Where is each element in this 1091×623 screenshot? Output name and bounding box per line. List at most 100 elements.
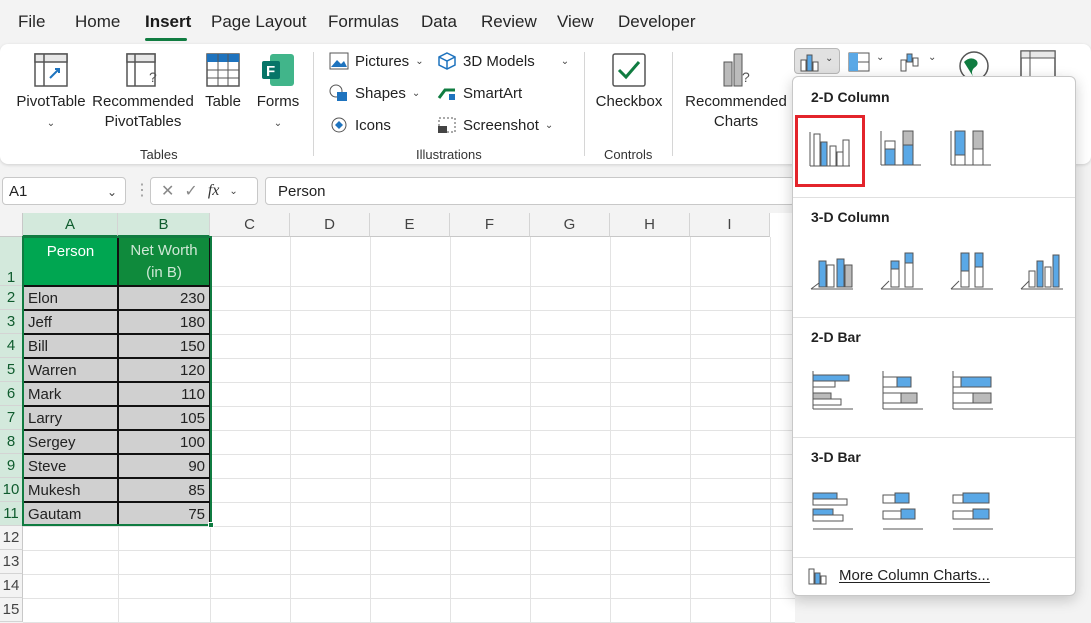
screenshot-button[interactable]: Screenshot ⌄ <box>437 116 553 134</box>
cell-networth[interactable]: 150 <box>118 334 210 358</box>
screenshot-icon <box>438 117 456 133</box>
column-chart-button[interactable]: ⌄ <box>794 48 840 74</box>
pictures-button[interactable]: Pictures ⌄ <box>329 52 424 70</box>
3d-stacked-column-option[interactable] <box>869 239 929 293</box>
column-header-b[interactable]: B <box>118 213 210 237</box>
row-header-6[interactable]: 6 <box>0 382 23 406</box>
cell-person[interactable]: Bill <box>23 334 118 358</box>
cell-person[interactable]: Jeff <box>23 310 118 334</box>
tab-developer[interactable]: Developer <box>618 12 696 32</box>
row-header-12[interactable]: 12 <box>0 526 23 550</box>
column-header-a[interactable]: A <box>23 213 118 237</box>
recommended-pivottables-button[interactable]: ? Recommended PivotTables <box>90 52 196 132</box>
row-header-10[interactable]: 10 <box>0 478 23 502</box>
cell-networth[interactable]: 100 <box>118 430 210 454</box>
100-stacked-column-option[interactable] <box>939 119 999 173</box>
forms-button[interactable]: F Forms ⌄ <box>254 52 302 134</box>
shapes-icon <box>329 84 347 101</box>
cell-networth[interactable]: 180 <box>118 310 210 334</box>
row-header-7[interactable]: 7 <box>0 406 23 430</box>
row-header-1[interactable]: 1 <box>0 237 23 286</box>
cell-a1[interactable]: Person <box>23 237 118 286</box>
column-header-i[interactable]: I <box>690 213 770 237</box>
enter-icon[interactable]: ✓ <box>184 181 197 201</box>
cell-person[interactable]: Mukesh <box>23 478 118 502</box>
row-header-4[interactable]: 4 <box>0 334 23 358</box>
waterfall-chart-button[interactable]: ⌄ <box>900 50 940 74</box>
stacked-column-option[interactable] <box>869 119 929 173</box>
row-header-8[interactable]: 8 <box>0 430 23 454</box>
chevron-down-icon: ⌄ <box>411 87 421 99</box>
row-header-11[interactable]: 11 <box>0 502 23 526</box>
cell-person[interactable]: Gautam <box>23 502 118 526</box>
cell-person[interactable]: Mark <box>23 382 118 406</box>
cell-person[interactable]: Steve <box>23 454 118 478</box>
icons-label: Icons <box>355 116 391 134</box>
row-header-9[interactable]: 9 <box>0 454 23 478</box>
cell-networth[interactable]: 105 <box>118 406 210 430</box>
table-button[interactable]: Table <box>200 52 246 112</box>
cell-b1[interactable]: Net Worth (in B) <box>118 237 210 286</box>
row-header-5[interactable]: 5 <box>0 358 23 382</box>
tab-insert[interactable]: Insert <box>145 12 191 32</box>
tab-data[interactable]: Data <box>421 12 457 32</box>
cancel-icon[interactable]: ✕ <box>161 181 174 201</box>
cell-person[interactable]: Larry <box>23 406 118 430</box>
select-all-button[interactable] <box>0 213 23 237</box>
clustered-column-option[interactable] <box>795 115 865 187</box>
row-header-2[interactable]: 2 <box>0 286 23 310</box>
clustered-bar-icon <box>812 371 853 410</box>
tab-review[interactable]: Review <box>481 12 537 32</box>
3d-stacked-bar-icon <box>882 492 923 530</box>
tab-page-layout[interactable]: Page Layout <box>211 12 306 32</box>
3d-100-stacked-bar-option[interactable] <box>939 479 999 533</box>
tables-group-label: Tables <box>140 147 178 162</box>
more-column-charts-link[interactable]: More Column Charts... <box>807 565 990 585</box>
column-header-d[interactable]: D <box>290 213 370 237</box>
3d-100-stacked-column-option[interactable] <box>939 239 999 293</box>
clustered-bar-option[interactable] <box>799 359 859 413</box>
stacked-bar-option[interactable] <box>869 359 929 413</box>
row-header-3[interactable]: 3 <box>0 310 23 334</box>
fill-handle[interactable] <box>208 522 214 528</box>
3d-stacked-bar-option[interactable] <box>869 479 929 533</box>
3d-models-button[interactable]: 3D Models ⌄ <box>437 52 569 70</box>
cell-person[interactable]: Elon <box>23 286 118 310</box>
insert-function-button[interactable]: fx <box>208 182 220 200</box>
column-header-c[interactable]: C <box>210 213 290 237</box>
3d-clustered-bar-option[interactable] <box>799 479 859 533</box>
row-header-14[interactable]: 14 <box>0 574 23 598</box>
cell-person[interactable]: Warren <box>23 358 118 382</box>
column-header-g[interactable]: G <box>530 213 610 237</box>
3d-clustered-column-option[interactable] <box>799 239 859 293</box>
row-header-13[interactable]: 13 <box>0 550 23 574</box>
smartart-button[interactable]: SmartArt <box>437 84 522 102</box>
cell-person[interactable]: Sergey <box>23 430 118 454</box>
cell-networth[interactable]: 75 <box>118 502 210 526</box>
cell-networth[interactable]: 120 <box>118 358 210 382</box>
column-header-e[interactable]: E <box>370 213 450 237</box>
name-box[interactable]: A1 ⌄ <box>2 177 126 205</box>
cell-networth[interactable]: 85 <box>118 478 210 502</box>
cell-networth[interactable]: 110 <box>118 382 210 406</box>
100-stacked-bar-option[interactable] <box>939 359 999 413</box>
icons-button[interactable]: Icons <box>329 116 391 134</box>
chevron-down-icon: ⌄ <box>928 52 937 63</box>
column-header-h[interactable]: H <box>610 213 690 237</box>
formula-input[interactable]: Person <box>265 177 795 205</box>
tab-view[interactable]: View <box>557 12 594 32</box>
shapes-button[interactable]: Shapes ⌄ <box>329 84 420 102</box>
3d-column-option[interactable] <box>1009 239 1069 293</box>
group-separator <box>584 52 585 156</box>
hierarchy-chart-button[interactable]: ⌄ <box>848 50 888 74</box>
pivottable-button[interactable]: PivotTable ⌄ <box>14 52 88 134</box>
checkbox-button[interactable]: Checkbox <box>594 52 664 112</box>
tab-home[interactable]: Home <box>75 12 120 32</box>
column-header-f[interactable]: F <box>450 213 530 237</box>
tab-formulas[interactable]: Formulas <box>328 12 399 32</box>
row-header-15[interactable]: 15 <box>0 598 23 622</box>
cell-networth[interactable]: 230 <box>118 286 210 310</box>
recommended-charts-button[interactable]: ? Recommended Charts <box>682 52 790 132</box>
tab-file[interactable]: File <box>18 12 45 32</box>
cell-networth[interactable]: 90 <box>118 454 210 478</box>
